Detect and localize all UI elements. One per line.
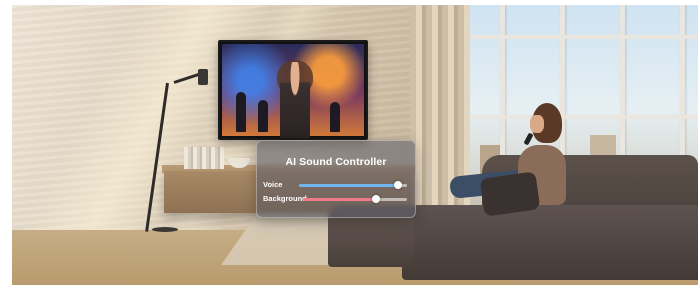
woman-face: [530, 115, 544, 133]
background-slider-label: Background: [263, 194, 307, 203]
books: [184, 147, 224, 169]
band-member: [258, 100, 268, 132]
voice-slider[interactable]: [299, 181, 407, 189]
pillow: [479, 171, 541, 217]
background-slider[interactable]: [303, 195, 407, 203]
voice-slider-label: Voice: [263, 180, 283, 189]
band-member: [330, 102, 340, 132]
background-slider-thumb[interactable]: [371, 195, 380, 203]
window-frame: [470, 35, 698, 39]
living-room-scene: AI Sound Controller Voice Background: [12, 5, 698, 285]
voice-slider-thumb[interactable]: [394, 181, 403, 189]
voice-slider-fill: [299, 184, 399, 187]
band-member: [236, 92, 246, 132]
floor-lamp-head: [198, 69, 208, 85]
window-frame: [470, 115, 698, 119]
ai-sound-controller-panel: AI Sound Controller Voice Background: [256, 140, 416, 218]
singer: [280, 62, 310, 138]
background-slider-fill: [303, 198, 376, 201]
tv-icon: [218, 40, 368, 140]
floor-lamp-base: [152, 227, 178, 232]
tv-screen: [222, 44, 364, 138]
sofa-seat: [402, 205, 698, 280]
controller-title: AI Sound Controller: [285, 156, 387, 168]
background-slider-row: Background: [263, 193, 413, 205]
voice-slider-row: Voice: [263, 179, 413, 191]
